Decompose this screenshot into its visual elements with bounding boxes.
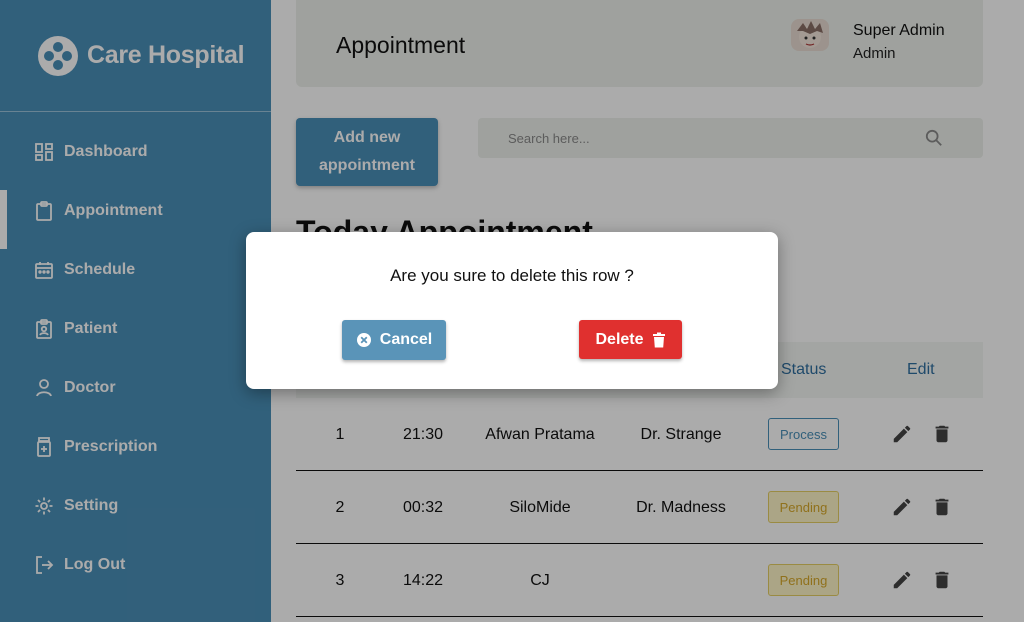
delete-confirm-dialog: Are you sure to delete this row ? Cancel… (246, 232, 778, 389)
cancel-button-label: Cancel (379, 331, 433, 348)
cancel-circle-icon (356, 333, 371, 347)
trash-icon (652, 332, 665, 347)
delete-button-label: Delete (595, 330, 644, 348)
cancel-button[interactable]: Cancel (342, 320, 446, 360)
dialog-message: Are you sure to delete this row ? (390, 266, 634, 285)
delete-button[interactable]: Delete (579, 320, 682, 359)
